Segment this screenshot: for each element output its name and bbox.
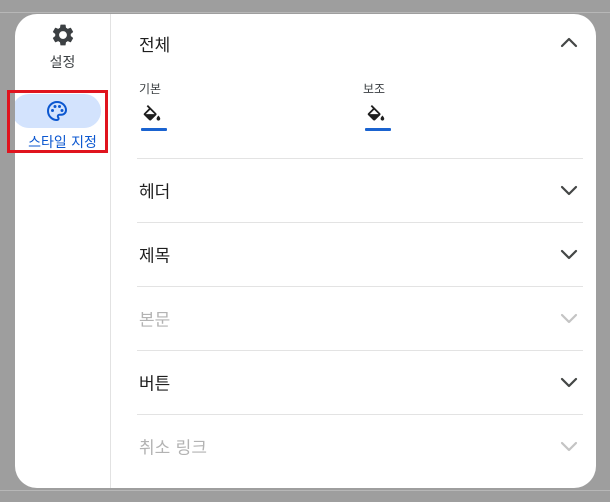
backdrop-line <box>0 490 610 491</box>
secondary-color-label: 보조 <box>363 82 386 96</box>
primary-color-button[interactable] <box>137 102 171 136</box>
fill-color-icon <box>367 105 385 121</box>
rail-item-settings[interactable]: 설정 <box>15 22 110 78</box>
fill-color-icon <box>143 105 161 121</box>
section-title: 전체 <box>139 36 171 56</box>
side-rail: 설정 스타일 지정 <box>15 14 111 488</box>
section-heading[interactable]: 제목 <box>137 222 583 287</box>
chevron-down-icon <box>560 377 578 388</box>
rail-item-settings-label: 설정 <box>49 55 76 71</box>
primary-color-swatch <box>141 128 167 131</box>
section-title: 본문 <box>139 310 171 331</box>
rail-item-styling-label: 스타일 지정 <box>28 135 97 151</box>
gear-icon <box>52 24 73 46</box>
chevron-up-icon <box>560 37 578 48</box>
section-cancel-link: 취소 링크 <box>137 414 583 478</box>
section-title: 취소 링크 <box>139 438 207 459</box>
secondary-color-swatch <box>365 128 391 131</box>
section-overall-header[interactable]: 전체 <box>137 14 583 72</box>
section-title: 버튼 <box>139 374 171 395</box>
section-button[interactable]: 버튼 <box>137 350 583 415</box>
backdrop-line <box>0 12 610 13</box>
section-header[interactable]: 헤더 <box>137 158 583 223</box>
section-overall: 전체 기본 보조 <box>137 14 583 159</box>
selected-indicator <box>15 94 101 128</box>
section-title: 제목 <box>139 246 171 267</box>
section-title: 헤더 <box>139 182 171 203</box>
secondary-color-group: 보조 <box>361 80 441 142</box>
chevron-down-icon <box>560 313 578 324</box>
rail-item-styling[interactable]: 스타일 지정 <box>15 94 110 156</box>
palette-icon <box>47 100 68 122</box>
section-body: 본문 <box>137 286 583 351</box>
chevron-down-icon <box>560 249 578 260</box>
style-sections: 전체 기본 보조 헤더 제목 본문 버튼 취소 링크 <box>137 14 583 488</box>
chevron-down-icon <box>560 185 578 196</box>
primary-color-label: 기본 <box>139 82 162 96</box>
style-panel: 설정 스타일 지정 전체 기본 보조 헤더 제목 본문 버튼 취소 링크 <box>15 14 596 488</box>
chevron-down-icon <box>560 441 578 452</box>
secondary-color-button[interactable] <box>361 102 395 136</box>
primary-color-group: 기본 <box>137 80 217 142</box>
